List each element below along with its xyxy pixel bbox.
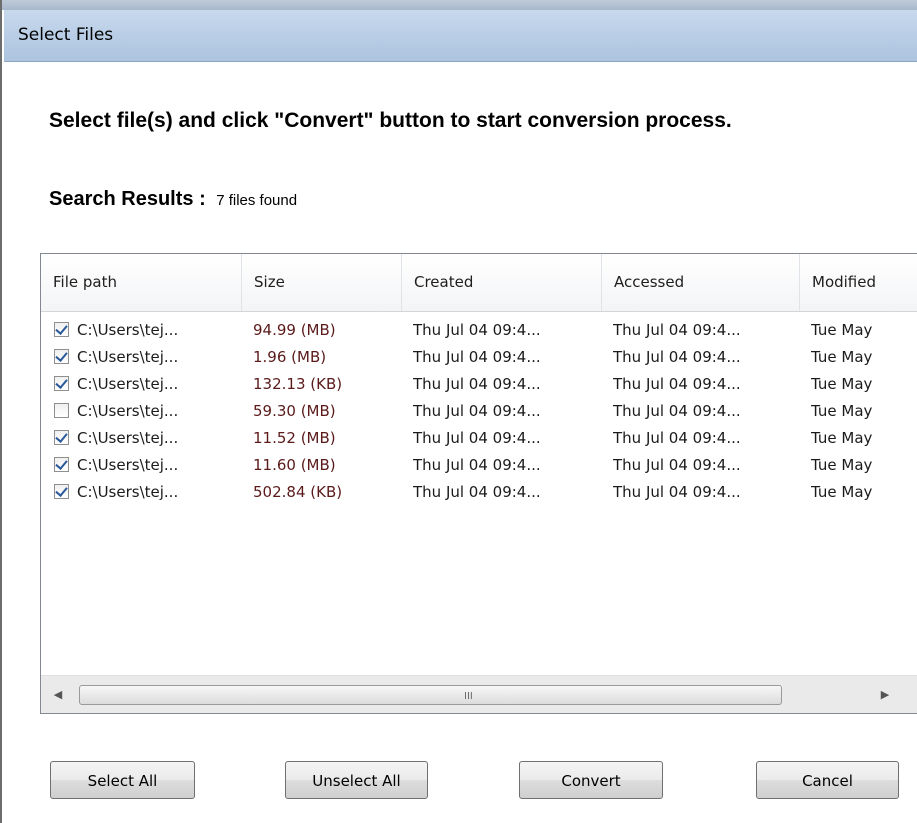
cell-accessed: Thu Jul 04 09:4... <box>613 456 741 474</box>
instruction-heading: Select file(s) and click "Convert" butto… <box>49 109 732 132</box>
convert-button[interactable]: Convert <box>519 761 663 799</box>
scrollbar-thumb[interactable]: III <box>79 685 782 705</box>
scroll-left-arrow-icon[interactable]: ◀ <box>50 686 66 704</box>
select-all-button[interactable]: Select All <box>50 761 195 799</box>
cell-file-path: C:\Users\tej... <box>77 456 179 474</box>
title-bar[interactable]: Select Files <box>4 10 917 62</box>
cell-size: 59.30 (MB) <box>253 402 336 420</box>
table-row[interactable]: C:\Users\tej... 94.99 (MB) Thu Jul 04 09… <box>41 317 917 344</box>
column-header-size[interactable]: Size <box>242 254 402 311</box>
cell-created: Thu Jul 04 09:4... <box>413 483 541 501</box>
cell-size: 1.96 (MB) <box>253 348 327 366</box>
cell-created: Thu Jul 04 09:4... <box>413 429 541 447</box>
cell-size: 94.99 (MB) <box>253 321 336 339</box>
scroll-right-arrow-icon[interactable]: ▶ <box>877 686 893 704</box>
row-checkbox[interactable] <box>54 349 69 364</box>
cell-modified: Tue May <box>811 456 873 474</box>
cell-size: 11.60 (MB) <box>253 456 336 474</box>
cell-modified: Tue May <box>811 348 873 366</box>
table-row[interactable]: C:\Users\tej... 132.13 (KB) Thu Jul 04 0… <box>41 371 917 398</box>
cell-created: Thu Jul 04 09:4... <box>413 375 541 393</box>
row-checkbox[interactable] <box>54 430 69 445</box>
file-list[interactable]: File path Size Created Accessed Modified… <box>40 253 917 714</box>
cell-accessed: Thu Jul 04 09:4... <box>613 375 741 393</box>
cell-size: 11.52 (MB) <box>253 429 336 447</box>
cell-accessed: Thu Jul 04 09:4... <box>613 348 741 366</box>
table-row[interactable]: C:\Users\tej... 502.84 (KB) Thu Jul 04 0… <box>41 479 917 506</box>
cell-accessed: Thu Jul 04 09:4... <box>613 483 741 501</box>
cell-modified: Tue May <box>811 402 873 420</box>
cell-modified: Tue May <box>811 429 873 447</box>
cell-file-path: C:\Users\tej... <box>77 402 179 420</box>
search-results-label: Search Results : <box>49 188 206 210</box>
column-header-file-path[interactable]: File path <box>41 254 242 311</box>
table-row[interactable]: C:\Users\tej... 59.30 (MB) Thu Jul 04 09… <box>41 398 917 425</box>
table-row[interactable]: C:\Users\tej... 11.52 (MB) Thu Jul 04 09… <box>41 425 917 452</box>
table-row[interactable]: C:\Users\tej... 11.60 (MB) Thu Jul 04 09… <box>41 452 917 479</box>
row-checkbox[interactable] <box>54 376 69 391</box>
cell-file-path: C:\Users\tej... <box>77 375 179 393</box>
unselect-all-button[interactable]: Unselect All <box>285 761 428 799</box>
cell-created: Thu Jul 04 09:4... <box>413 348 541 366</box>
cell-file-path: C:\Users\tej... <box>77 321 179 339</box>
row-checkbox[interactable] <box>54 457 69 472</box>
cell-accessed: Thu Jul 04 09:4... <box>613 321 741 339</box>
cell-size: 502.84 (KB) <box>253 483 343 501</box>
select-files-dialog: Select Files Select file(s) and click "C… <box>0 0 917 823</box>
background-window-strip <box>2 0 917 10</box>
cell-accessed: Thu Jul 04 09:4... <box>613 402 741 420</box>
cancel-button[interactable]: Cancel <box>756 761 899 799</box>
cell-modified: Tue May <box>811 375 873 393</box>
cell-file-path: C:\Users\tej... <box>77 429 179 447</box>
cell-file-path: C:\Users\tej... <box>77 483 179 501</box>
cell-created: Thu Jul 04 09:4... <box>413 321 541 339</box>
cell-modified: Tue May <box>811 321 873 339</box>
row-checkbox[interactable] <box>54 484 69 499</box>
row-checkbox[interactable] <box>54 403 69 418</box>
cell-accessed: Thu Jul 04 09:4... <box>613 429 741 447</box>
search-results-count: 7 files found <box>216 192 298 209</box>
search-results-row: Search Results : 7 files found <box>49 188 297 211</box>
cell-file-path: C:\Users\tej... <box>77 348 179 366</box>
cell-created: Thu Jul 04 09:4... <box>413 456 541 474</box>
file-list-header: File path Size Created Accessed Modified <box>41 254 917 312</box>
cell-created: Thu Jul 04 09:4... <box>413 402 541 420</box>
column-header-modified[interactable]: Modified <box>800 254 917 311</box>
column-header-accessed[interactable]: Accessed <box>602 254 800 311</box>
cell-modified: Tue May <box>811 483 873 501</box>
horizontal-scrollbar[interactable]: ◀ III ▶ <box>41 675 917 713</box>
row-checkbox[interactable] <box>54 322 69 337</box>
cell-size: 132.13 (KB) <box>253 375 343 393</box>
column-header-created[interactable]: Created <box>402 254 602 311</box>
table-row[interactable]: C:\Users\tej... 1.96 (MB) Thu Jul 04 09:… <box>41 344 917 371</box>
window-title: Select Files <box>18 25 114 45</box>
scrollbar-grip-icon: III <box>464 691 473 702</box>
